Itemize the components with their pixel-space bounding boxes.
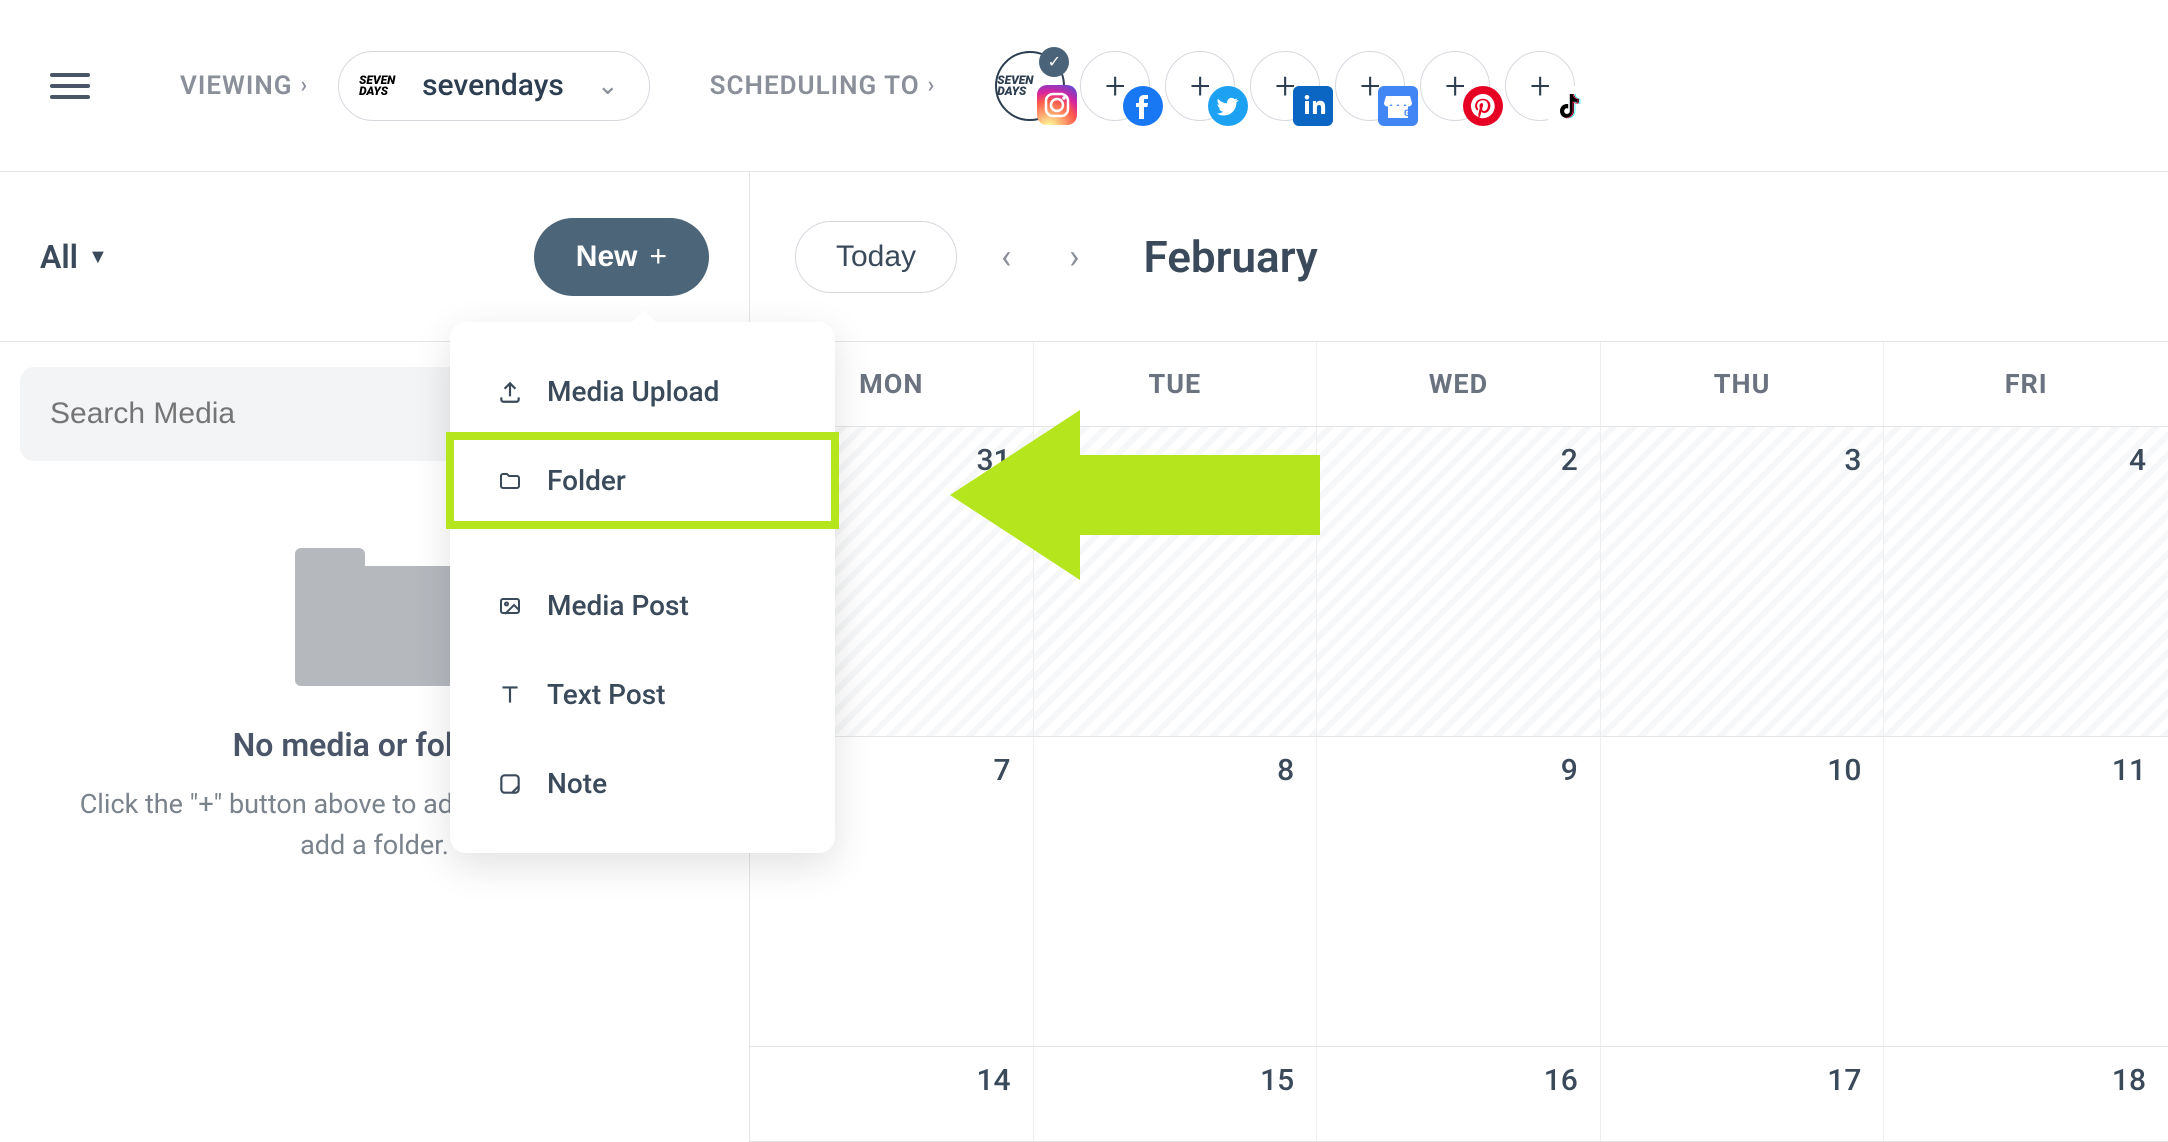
media-sidebar: All ▼ New + No media or folders Click th… <box>0 172 750 1142</box>
chevron-right-icon: › <box>300 73 308 98</box>
folder-icon <box>495 469 525 493</box>
day-cell[interactable]: 2 <box>1317 427 1601 736</box>
scheduling-label: SCHEDULING TO › <box>710 71 936 101</box>
dropdown-item-label: Text Post <box>547 678 665 711</box>
account-name: sevendays <box>422 68 564 103</box>
social-slot-pinterest[interactable]: + <box>1420 51 1490 121</box>
image-icon <box>495 594 525 618</box>
day-name: WED <box>1317 342 1601 426</box>
dropdown-item-label: Media Post <box>547 589 689 622</box>
twitter-icon <box>1208 86 1248 126</box>
menu-button[interactable] <box>50 66 90 106</box>
day-cell[interactable]: 4 <box>1884 427 2168 736</box>
pinterest-icon <box>1463 86 1503 126</box>
dropdown-item-media-post[interactable]: Media Post <box>450 561 835 650</box>
new-button[interactable]: New + <box>534 218 709 296</box>
filter-dropdown[interactable]: All ▼ <box>40 238 108 276</box>
chevron-down-icon: ⌄ <box>597 71 619 101</box>
viewing-label: VIEWING › <box>180 71 308 101</box>
dropdown-item-label: Folder <box>547 464 626 497</box>
svg-text:G: G <box>1404 109 1410 119</box>
social-slot-instagram[interactable]: SEVEN DAYS ✓ <box>995 51 1065 121</box>
prev-month-button[interactable]: ‹ <box>987 229 1025 285</box>
social-slot-google[interactable]: + G <box>1335 51 1405 121</box>
day-cell[interactable]: 9 <box>1317 737 1601 1046</box>
social-slot-tiktok[interactable]: + <box>1505 51 1575 121</box>
day-name: FRI <box>1884 342 2168 426</box>
calendar-panel: Today ‹ › February MON TUE WED THU FRI 3… <box>750 172 2168 1142</box>
day-cell[interactable]: 18 <box>1884 1047 2168 1141</box>
new-dropdown: Media Upload Folder Media Post Text Post <box>450 322 835 853</box>
dropdown-item-text-post[interactable]: Text Post <box>450 650 835 739</box>
dropdown-item-label: Media Upload <box>547 375 719 408</box>
dropdown-item-label: Note <box>547 767 607 800</box>
chevron-right-icon: › <box>928 73 936 98</box>
day-name: THU <box>1601 342 1885 426</box>
note-icon <box>495 771 525 797</box>
social-accounts-row: SEVEN DAYS ✓ + + + <box>995 51 1575 121</box>
social-slot-facebook[interactable]: + <box>1080 51 1150 121</box>
day-cell[interactable]: 8 <box>1034 737 1318 1046</box>
month-title: February <box>1144 231 1318 283</box>
week-row: 7 8 9 10 11 <box>750 737 2168 1047</box>
today-button[interactable]: Today <box>795 221 957 293</box>
tiktok-icon <box>1548 86 1588 126</box>
facebook-icon <box>1123 86 1163 126</box>
day-cell[interactable]: 16 <box>1317 1047 1601 1141</box>
google-business-icon: G <box>1378 86 1418 126</box>
plus-icon: + <box>649 240 667 274</box>
account-logo: SEVEN DAYS <box>359 62 407 110</box>
annotation-arrow <box>950 400 1330 590</box>
app-header: VIEWING › SEVEN DAYS sevendays ⌄ SCHEDUL… <box>0 0 2168 172</box>
week-row: 14 15 16 17 18 <box>750 1047 2168 1142</box>
dropdown-item-folder[interactable]: Folder <box>450 436 835 525</box>
text-icon <box>495 682 525 708</box>
next-month-button[interactable]: › <box>1055 229 1093 285</box>
day-cell[interactable]: 11 <box>1884 737 2168 1046</box>
day-cell[interactable]: 15 <box>1034 1047 1318 1141</box>
folder-icon <box>295 566 455 686</box>
main-content: All ▼ New + No media or folders Click th… <box>0 172 2168 1142</box>
day-cell[interactable]: 10 <box>1601 737 1885 1046</box>
day-cell[interactable]: 17 <box>1601 1047 1885 1141</box>
dropdown-item-note[interactable]: Note <box>450 739 835 828</box>
social-slot-linkedin[interactable]: + <box>1250 51 1320 121</box>
linkedin-icon <box>1293 86 1333 126</box>
calendar-toolbar: Today ‹ › February <box>750 172 2168 342</box>
dropdown-item-media-upload[interactable]: Media Upload <box>450 347 835 436</box>
instagram-icon <box>1037 85 1077 125</box>
account-selector[interactable]: SEVEN DAYS sevendays ⌄ <box>338 51 650 121</box>
caret-down-icon: ▼ <box>88 244 108 269</box>
day-cell[interactable]: 14 <box>750 1047 1034 1141</box>
check-icon: ✓ <box>1039 47 1069 77</box>
social-slot-twitter[interactable]: + <box>1165 51 1235 121</box>
day-cell[interactable]: 3 <box>1601 427 1885 736</box>
upload-icon <box>495 379 525 405</box>
